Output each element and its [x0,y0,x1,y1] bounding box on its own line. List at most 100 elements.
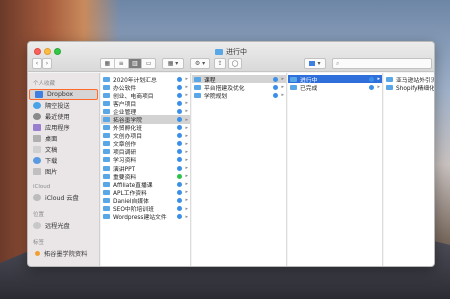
folder-row[interactable]: 已完成 ▸ [288,83,382,92]
tag-button[interactable]: ◯ [228,58,242,69]
chevron-right-icon: ▸ [185,181,188,188]
sidebar-item-remote-disc[interactable]: 远程光盘 [28,220,99,231]
folder-icon [194,76,201,82]
column-4: 亚马逊站外引流Shopify精细化运营 [384,73,435,266]
documents-icon [33,146,41,153]
search-field[interactable]: ⌕ [332,58,432,69]
folder-icon [290,84,297,90]
chevron-right-icon: ▸ [281,76,284,83]
sidebar-item-airdrop[interactable]: 隔空投送 [28,100,99,111]
folder-icon [215,49,223,55]
sidebar-item-desktop[interactable]: 桌面 [28,133,99,144]
arrange-button[interactable]: ▦ ▾ [162,58,184,69]
sync-status-icon [177,157,182,163]
folder-icon [103,173,110,179]
window-title: 进行中 [28,47,434,57]
icon-view-button[interactable]: ▦ [101,59,115,68]
folder-icon [103,197,110,203]
gallery-view-button[interactable]: ▭ [142,59,155,68]
downloads-icon [33,157,41,164]
column-3: 进行中 ▸ 已完成 ▸ [288,73,383,266]
chevron-right-icon: ▸ [185,108,188,115]
folder-icon [103,133,110,139]
folder-icon [103,189,110,195]
column-1: 2020年计划汇总 ▸ 办公软件 ▸ 创业、电商项目 ▸ 客户项目 ▸ 企业管理 ▸ 拓谷墨学院 ▸ 外… [101,73,191,266]
title-bar: 进行中 ‹ › ▦ ≡ ▥ ▭ ▦ ▾ ⚙ ▾ ⇪ ◯ ▾ ⌕ [28,42,434,72]
folder-icon [103,100,110,106]
sidebar-item-dropbox[interactable]: Dropbox [29,89,98,100]
view-mode-group: ▦ ≡ ▥ ▭ [100,58,156,69]
chevron-right-icon: ▸ [185,148,188,155]
chevron-right-icon: ▸ [185,173,188,180]
remote-disc-icon [33,222,41,229]
action-gear-button[interactable]: ⚙ ▾ [190,58,210,69]
folder-icon [386,84,393,90]
chevron-right-icon: ▸ [185,156,188,163]
sidebar-section-tags: 标签 [33,240,45,246]
chevron-right-icon: ▸ [185,84,188,91]
folder-row[interactable]: Shopify精细化运营 [384,83,435,92]
search-icon: ⌕ [336,59,340,67]
tag-orange-icon [35,251,40,256]
folder-icon [103,76,110,82]
recents-icon [33,113,41,120]
sync-status-icon [369,84,374,90]
pictures-icon [33,168,41,175]
chevron-right-icon: ▸ [185,92,188,99]
sync-status-icon [177,92,182,98]
chevron-right-icon: ▸ [185,124,188,131]
back-button[interactable]: ‹ [32,58,42,69]
chevron-right-icon: ▸ [185,76,188,83]
sync-status-icon [177,76,182,82]
chevron-right-icon: ▸ [185,197,188,204]
folder-row[interactable]: 学院规划 ▸ [192,91,286,100]
sidebar-section-icloud: iCloud [33,184,51,190]
column-view-button[interactable]: ▥ [128,59,143,68]
folder-label: 学院规划 [204,93,228,100]
folder-label: 已完成 [300,85,318,92]
sync-status-icon [177,189,182,195]
chevron-right-icon: ▸ [281,84,284,91]
icloud-icon [33,194,41,201]
folder-label: Shopify精细化运营 [396,85,435,92]
sidebar-item-applications[interactable]: 应用程序 [28,122,99,133]
applications-icon [33,124,41,131]
chevron-right-icon: ▸ [377,76,380,83]
chevron-right-icon: ▸ [185,213,188,220]
dropbox-icon [309,61,316,66]
folder-icon [103,181,110,187]
sync-status-icon [177,108,182,114]
dropbox-toolbar-button[interactable]: ▾ [304,58,326,69]
sidebar-item-icloud-drive[interactable]: iCloud 云盘 [28,192,99,203]
airdrop-icon [33,102,41,109]
folder-icon [103,165,110,171]
folder-row[interactable]: Wordpress建站文件 ▸ [101,213,190,221]
folder-icon [103,206,110,212]
sync-status-icon [177,173,182,179]
folder-icon [103,214,110,220]
sidebar-item-downloads[interactable]: 下载 [28,155,99,166]
sidebar-item-tag-orange[interactable]: 拓谷墨学院资料 [28,248,99,259]
sync-status-icon [177,206,182,212]
list-view-button[interactable]: ≡ [115,59,129,68]
sidebar-item-documents[interactable]: 文稿 [28,144,99,155]
sidebar-item-recents[interactable]: 最近使用 [28,111,99,122]
folder-label: Wordpress建站文件 [113,215,167,222]
finder-window: 进行中 ‹ › ▦ ≡ ▥ ▭ ▦ ▾ ⚙ ▾ ⇪ ◯ ▾ ⌕ 个人收藏 Dro… [27,41,435,267]
share-button[interactable]: ⇪ [214,58,226,69]
sidebar-item-pictures[interactable]: 图片 [28,166,99,177]
sidebar: 个人收藏 Dropbox 隔空投送 最近使用 应用程序 桌面 文稿 下载 图片 … [28,73,100,266]
sync-status-icon [177,100,182,106]
chevron-right-icon: ▸ [185,189,188,196]
desktop-icon [33,135,41,142]
folder-icon [103,84,110,90]
sync-status-icon [273,92,278,98]
sync-status-icon [177,117,182,123]
forward-button[interactable]: › [42,58,52,69]
folder-icon [103,149,110,155]
chevron-right-icon: ▸ [185,100,188,107]
sync-status-icon [177,214,182,220]
sync-status-icon [177,125,182,131]
folder-icon [103,117,110,123]
chevron-right-icon: ▸ [185,116,188,123]
